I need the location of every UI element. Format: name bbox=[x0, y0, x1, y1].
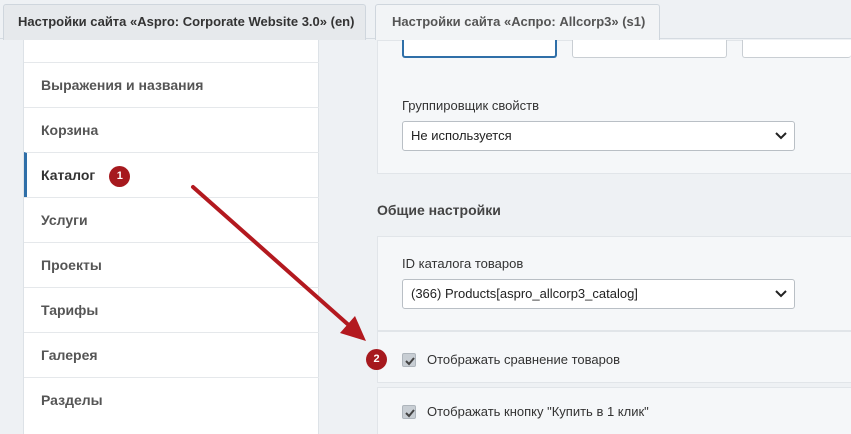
tab-bar: Настройки сайта «Aspro: Corporate Websit… bbox=[0, 0, 851, 40]
sidebar-item-label: Тарифы bbox=[41, 302, 99, 318]
grouper-value: Не используется bbox=[411, 128, 512, 143]
catalog-id-select[interactable]: (366) Products[aspro_allcorp3_catalog] bbox=[402, 279, 795, 309]
buy-one-click-checkbox[interactable] bbox=[402, 405, 416, 419]
sidebar-item-basket[interactable]: Корзина bbox=[24, 107, 319, 152]
checkmark-icon bbox=[405, 357, 415, 366]
sidebar-item-label: Выражения и названия bbox=[41, 77, 204, 93]
sidebar-item-label: Проекты bbox=[41, 257, 102, 273]
grouper-select[interactable]: Не используется bbox=[402, 121, 795, 151]
catalog-id-value: (366) Products[aspro_allcorp3_catalog] bbox=[411, 286, 638, 301]
grouper-label: Группировщик свойств bbox=[402, 98, 539, 113]
buy-one-click-label: Отображать кнопку "Купить в 1 клик" bbox=[427, 404, 649, 419]
sidebar-item-tariffs[interactable]: Тарифы bbox=[24, 287, 319, 332]
field-option[interactable] bbox=[742, 40, 851, 58]
sidebar-item-projects[interactable]: Проекты bbox=[24, 242, 319, 287]
sidebar-item-services[interactable]: Услуги bbox=[24, 197, 319, 242]
sidebar: Выражения и названия Корзина Каталог 1 Ус… bbox=[23, 40, 319, 434]
sidebar-item-expressions[interactable]: Выражения и названия bbox=[24, 62, 319, 107]
tab-site-settings-s1[interactable]: Настройки сайта «Аспро: Allcorp3» (s1) bbox=[375, 4, 660, 40]
sidebar-item-label: Разделы bbox=[41, 392, 103, 408]
sidebar-item-label: Корзина bbox=[41, 122, 99, 138]
tab-site-settings-en[interactable]: Настройки сайта «Aspro: Corporate Websit… bbox=[3, 4, 366, 40]
compare-checkbox[interactable] bbox=[402, 353, 416, 367]
step-badge-1: 1 bbox=[109, 165, 131, 187]
section-title-general: Общие настройки bbox=[377, 202, 501, 218]
sidebar-item-gallery[interactable]: Галерея bbox=[24, 332, 319, 377]
chevron-down-icon bbox=[775, 132, 787, 140]
field-option-selected[interactable] bbox=[402, 40, 557, 58]
sidebar-item-sections[interactable]: Разделы bbox=[24, 377, 319, 422]
catalog-id-label: ID каталога товаров bbox=[402, 256, 524, 271]
sidebar-item-label: Каталог bbox=[41, 167, 96, 183]
compare-label: Отображать сравнение товаров bbox=[427, 352, 620, 367]
sidebar-item-label: Галерея bbox=[41, 347, 98, 363]
field-option[interactable] bbox=[572, 40, 727, 58]
sidebar-item-label: Услуги bbox=[41, 212, 88, 228]
checkmark-icon bbox=[405, 409, 415, 418]
sidebar-item-catalog[interactable]: Каталог 1 bbox=[24, 152, 319, 197]
step-badge-2: 2 bbox=[366, 349, 387, 370]
chevron-down-icon bbox=[775, 290, 787, 298]
